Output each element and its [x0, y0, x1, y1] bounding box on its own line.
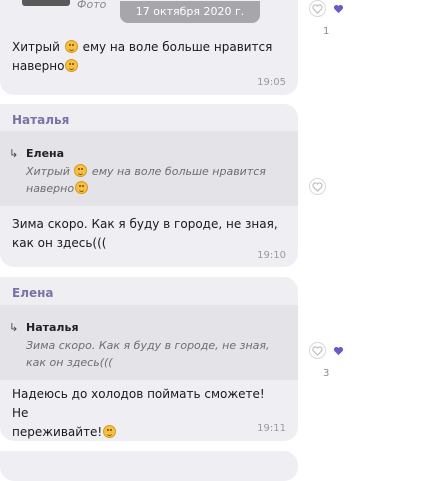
photo-caption: Фото [77, 0, 107, 11]
heart-outline-icon [312, 182, 323, 192]
message-time: 19:10 [257, 250, 286, 261]
smile-emoji-icon [74, 164, 88, 177]
quote-author: Наталья [26, 321, 79, 334]
date-badge: 17 октября 2020 г. [120, 1, 260, 23]
message-text: Надеюсь до холодов поймать сможете! Не п… [12, 387, 265, 439]
message-time: 19:11 [257, 423, 286, 434]
reply-arrow-icon: ↳ [9, 147, 19, 160]
heart-outline-icon [312, 346, 323, 356]
heart-filled-icon[interactable] [333, 346, 344, 356]
tongue-emoji-icon [65, 59, 79, 72]
tongue-emoji-icon [75, 181, 89, 194]
smile-emoji-icon [64, 40, 78, 53]
sender-name: Наталья [12, 113, 70, 127]
message-bubble: Елена ↳ Наталья Зима скоро. Как я буду в… [0, 277, 298, 441]
quote-author: Елена [26, 147, 65, 160]
message-text: Зима скоро. Как я буду в городе, не зная… [12, 217, 278, 250]
like-button[interactable] [309, 0, 326, 17]
quote-text: Зима скоро. Как я буду в городе, не зная… [26, 339, 270, 369]
reply-arrow-icon: ↳ [9, 321, 19, 334]
heart-outline-icon [312, 4, 323, 14]
like-button[interactable] [309, 178, 326, 195]
like-button[interactable] [309, 342, 326, 359]
quoted-message[interactable]: ↳ Наталья Зима скоро. Как я буду в город… [0, 305, 298, 380]
quote-text: Хитрый ему на воле больше нравится навер… [26, 164, 266, 195]
sender-name: Елена [12, 286, 54, 300]
message-time: 19:05 [257, 77, 286, 88]
heart-filled-icon[interactable] [333, 4, 344, 14]
message-bubble: Наталья ↳ Елена Хитрый ему на воле больш… [0, 104, 298, 267]
quoted-message[interactable]: ↳ Елена Хитрый ему на воле больше нравит… [0, 131, 298, 206]
smile-emoji-icon [103, 425, 117, 438]
like-count: 3 [323, 368, 330, 379]
like-count: 1 [323, 26, 330, 37]
photo-thumbnail[interactable] [22, 0, 70, 6]
message-bubble [0, 451, 298, 481]
message-text: Хитрый ему на воле больше нравится навер… [12, 40, 273, 73]
